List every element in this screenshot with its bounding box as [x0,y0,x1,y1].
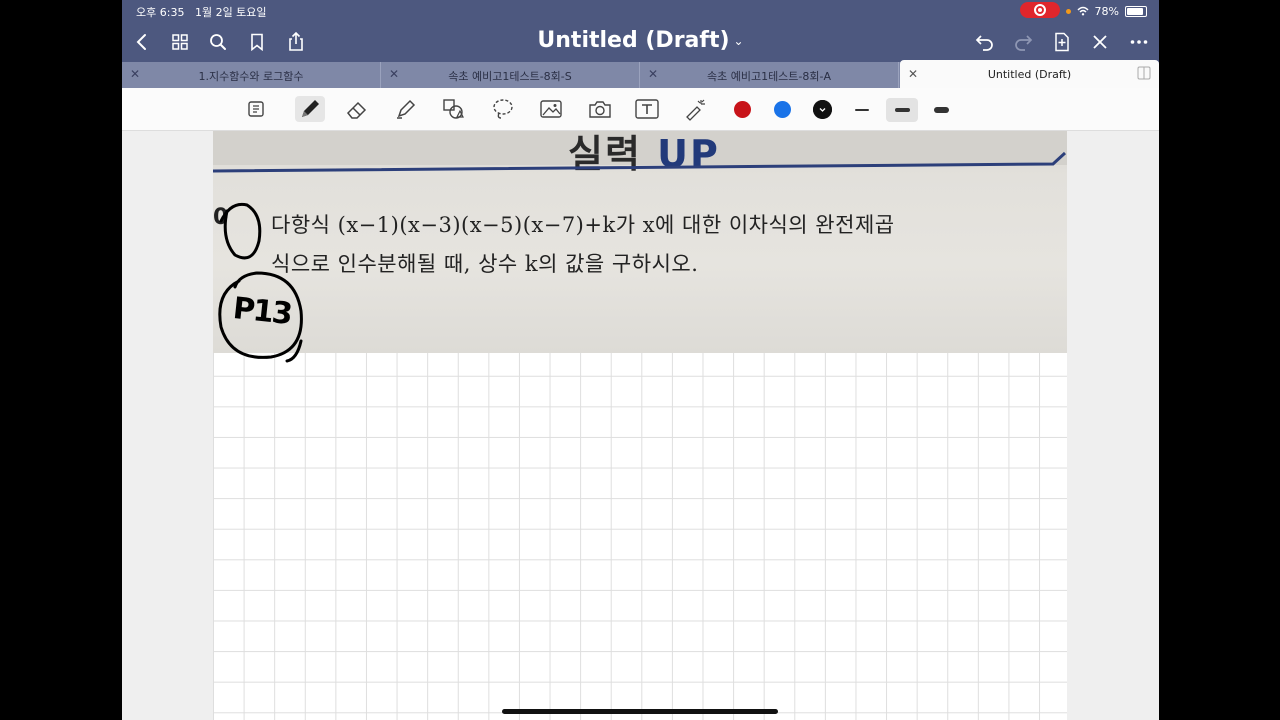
image-tool-icon[interactable] [538,96,564,122]
drawing-toolbar [122,88,1159,131]
close-icon[interactable] [1088,30,1112,54]
camera-tool-icon[interactable] [587,96,613,122]
battery-icon [1125,5,1147,17]
pasted-textbook-image[interactable]: 실력 UP 0 다항식 (x−1)(x−3)(x−5)(x−7)+k가 x에 대… [213,131,1067,353]
eraser-tool-icon[interactable] [345,96,371,122]
grid-paper-page[interactable]: 실력 UP 0 다항식 (x−1)(x−3)(x−5)(x−7)+k가 x에 대… [213,131,1067,720]
tab-item[interactable]: ✕ 속초 예비고1테스트-8회-S [381,62,640,88]
split-view-icon[interactable] [1137,66,1151,83]
header-underline [213,151,1067,173]
shape-tool-icon[interactable] [441,96,467,122]
problem-text-line-2: 식으로 인수분해될 때, 상수 k의 값을 구하시오. [271,252,699,276]
tab-item[interactable]: ✕ 속초 예비고1테스트-8회-A [640,62,899,88]
home-indicator[interactable] [502,709,778,714]
nav-bar: Untitled (Draft) ⌄ [122,22,1159,62]
note-canvas[interactable]: 실력 UP 0 다항식 (x−1)(x−3)(x−5)(x−7)+k가 x에 대… [122,131,1159,720]
stroke-thick-option[interactable] [925,98,957,122]
handwritten-page-note: P13 [231,291,293,332]
status-right: 78% [1019,2,1147,18]
stroke-medium-option[interactable] [886,98,918,122]
color-swatch-red[interactable] [734,101,751,118]
add-page-icon[interactable] [1050,30,1074,54]
pen-tool-icon[interactable] [295,96,325,122]
chevron-down-icon [813,100,832,119]
color-swatch-blue[interactable] [774,101,791,118]
wifi-icon [1077,6,1089,16]
status-date: 1월 2일 토요일 [194,6,267,19]
more-icon[interactable] [1127,30,1151,54]
read-only-mode-icon[interactable] [244,96,270,122]
undo-icon[interactable] [973,30,997,54]
problem-text-line-1: 다항식 (x−1)(x−3)(x−5)(x−7)+k가 x에 대한 이차식의 완… [271,213,895,237]
stroke-thin-option[interactable] [846,98,878,122]
title-chevron-icon: ⌄ [733,34,744,48]
status-bar: 오후 6:35 1월 2일 토요일 78% [122,0,1159,22]
highlighter-tool-icon[interactable] [393,96,419,122]
battery-percent: 78% [1094,4,1119,18]
mic-indicator-dot [1065,8,1071,14]
laser-pointer-icon[interactable] [683,96,709,122]
ipad-screen: 오후 6:35 1월 2일 토요일 78% Untitled (Draft)⌄ [122,0,1159,720]
tab-item-active[interactable]: ✕ Untitled (Draft) [900,60,1159,88]
handwritten-circle-annotation[interactable] [213,131,333,371]
text-tool-icon[interactable] [634,96,660,122]
redo-icon[interactable] [1011,30,1035,54]
tab-item[interactable]: ✕ 1.지수함수와 로그함수 [122,62,381,88]
document-title[interactable]: Untitled (Draft) ⌄ [122,28,1159,53]
lasso-tool-icon[interactable] [490,96,516,122]
status-time: 오후 6:35 1월 2일 토요일 [136,6,267,19]
document-tabs: ✕ 1.지수함수와 로그함수 ✕ 속초 예비고1테스트-8회-S ✕ 속초 예비… [122,60,1159,88]
screen-recording-indicator[interactable] [1019,2,1060,18]
color-swatch-black-selected[interactable] [813,100,832,119]
